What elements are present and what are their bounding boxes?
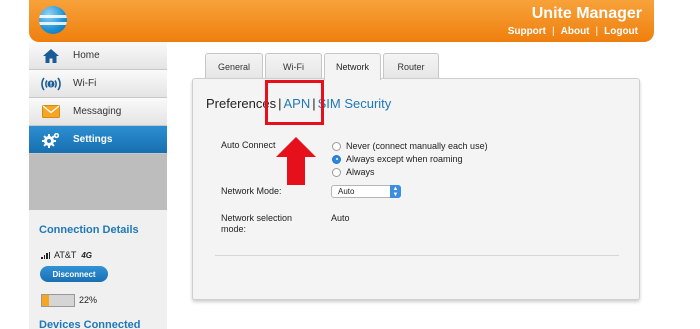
sidebar-item-label: Wi-Fi xyxy=(73,78,97,89)
home-icon xyxy=(29,48,73,64)
tab-router[interactable]: Router xyxy=(383,53,439,79)
auto-connect-option-except-roaming[interactable]: Always except when roaming xyxy=(332,154,463,164)
subnav-separator: | xyxy=(278,96,282,111)
battery-icon xyxy=(41,294,75,307)
radio-label: Always xyxy=(346,167,375,177)
support-link[interactable]: Support xyxy=(508,26,546,37)
sidebar-item-settings[interactable]: Settings xyxy=(29,126,167,154)
att-globe-icon xyxy=(39,6,67,34)
wifi-icon xyxy=(29,76,73,92)
radio-button[interactable] xyxy=(332,154,341,164)
auto-connect-label: Auto Connect xyxy=(221,140,276,150)
network-type-badge: 4G xyxy=(81,250,93,260)
chevron-updown-icon: ▲ ▼ xyxy=(390,185,401,198)
network-mode-label: Network Mode: xyxy=(221,186,282,196)
header-separator: | xyxy=(595,26,599,37)
sidebar-item-label: Home xyxy=(73,50,100,61)
network-settings-panel: Preferences | APN | SIM Security Auto Connec… xyxy=(192,78,640,300)
subnav-separator: | xyxy=(312,96,316,111)
sidebar-item-wifi[interactable]: Wi-Fi xyxy=(29,70,167,98)
network-selection-label: Network selection mode: xyxy=(221,213,293,234)
sidebar-item-messaging[interactable]: Messaging xyxy=(29,98,167,126)
logout-link[interactable]: Logout xyxy=(604,26,638,37)
sidebar-item-label: Settings xyxy=(73,134,113,145)
tab-wifi[interactable]: Wi-Fi xyxy=(265,53,322,79)
connection-details-panel: Connection Details AT&T 4G Disconnect 22… xyxy=(29,210,167,329)
header-separator: | xyxy=(552,26,555,37)
devices-connected-title[interactable]: Devices Connected xyxy=(39,319,140,329)
signal-bars-icon xyxy=(41,251,50,259)
subnav: Preferences | APN | SIM Security xyxy=(206,96,391,111)
battery-percent: 22% xyxy=(79,295,98,305)
tab-general[interactable]: General xyxy=(205,53,263,79)
auto-connect-option-always[interactable]: Always xyxy=(332,167,375,177)
about-link[interactable]: About xyxy=(561,26,590,37)
app-header: Unite Manager Support | About | Logout xyxy=(29,0,654,42)
radio-label: Always except when roaming xyxy=(346,154,463,164)
divider xyxy=(215,255,619,256)
connection-details-title: Connection Details xyxy=(39,224,139,236)
sidebar-item-label: Messaging xyxy=(73,106,122,117)
tab-network[interactable]: Network xyxy=(324,53,381,80)
subnav-preferences[interactable]: Preferences xyxy=(206,96,276,111)
disconnect-button[interactable]: Disconnect xyxy=(40,266,108,282)
network-selection-value: Auto xyxy=(331,213,350,223)
up-arrow-icon xyxy=(276,137,316,185)
sidebar-item-home[interactable]: Home xyxy=(29,42,167,70)
battery-level-fill xyxy=(42,295,50,306)
sidebar: Home Wi-Fi Messaging Settings Connection… xyxy=(29,42,167,329)
carrier-name: AT&T xyxy=(54,250,77,260)
radio-label: Never (connect manually each use) xyxy=(346,141,488,151)
gear-icon xyxy=(29,131,73,149)
network-mode-value: Auto xyxy=(338,187,355,196)
auto-connect-option-never[interactable]: Never (connect manually each use) xyxy=(332,141,488,151)
network-mode-select[interactable]: Auto ▲ ▼ xyxy=(331,185,401,198)
radio-button[interactable] xyxy=(332,167,341,177)
subnav-sim-security-link[interactable]: SIM Security xyxy=(318,96,392,111)
subnav-apn-link[interactable]: APN xyxy=(283,96,310,111)
carrier-row: AT&T 4G xyxy=(41,250,92,260)
envelope-icon xyxy=(29,105,73,118)
header-links: Support | About | Logout xyxy=(508,26,638,37)
radio-button[interactable] xyxy=(332,141,341,151)
app-title: Unite Manager xyxy=(531,5,642,22)
